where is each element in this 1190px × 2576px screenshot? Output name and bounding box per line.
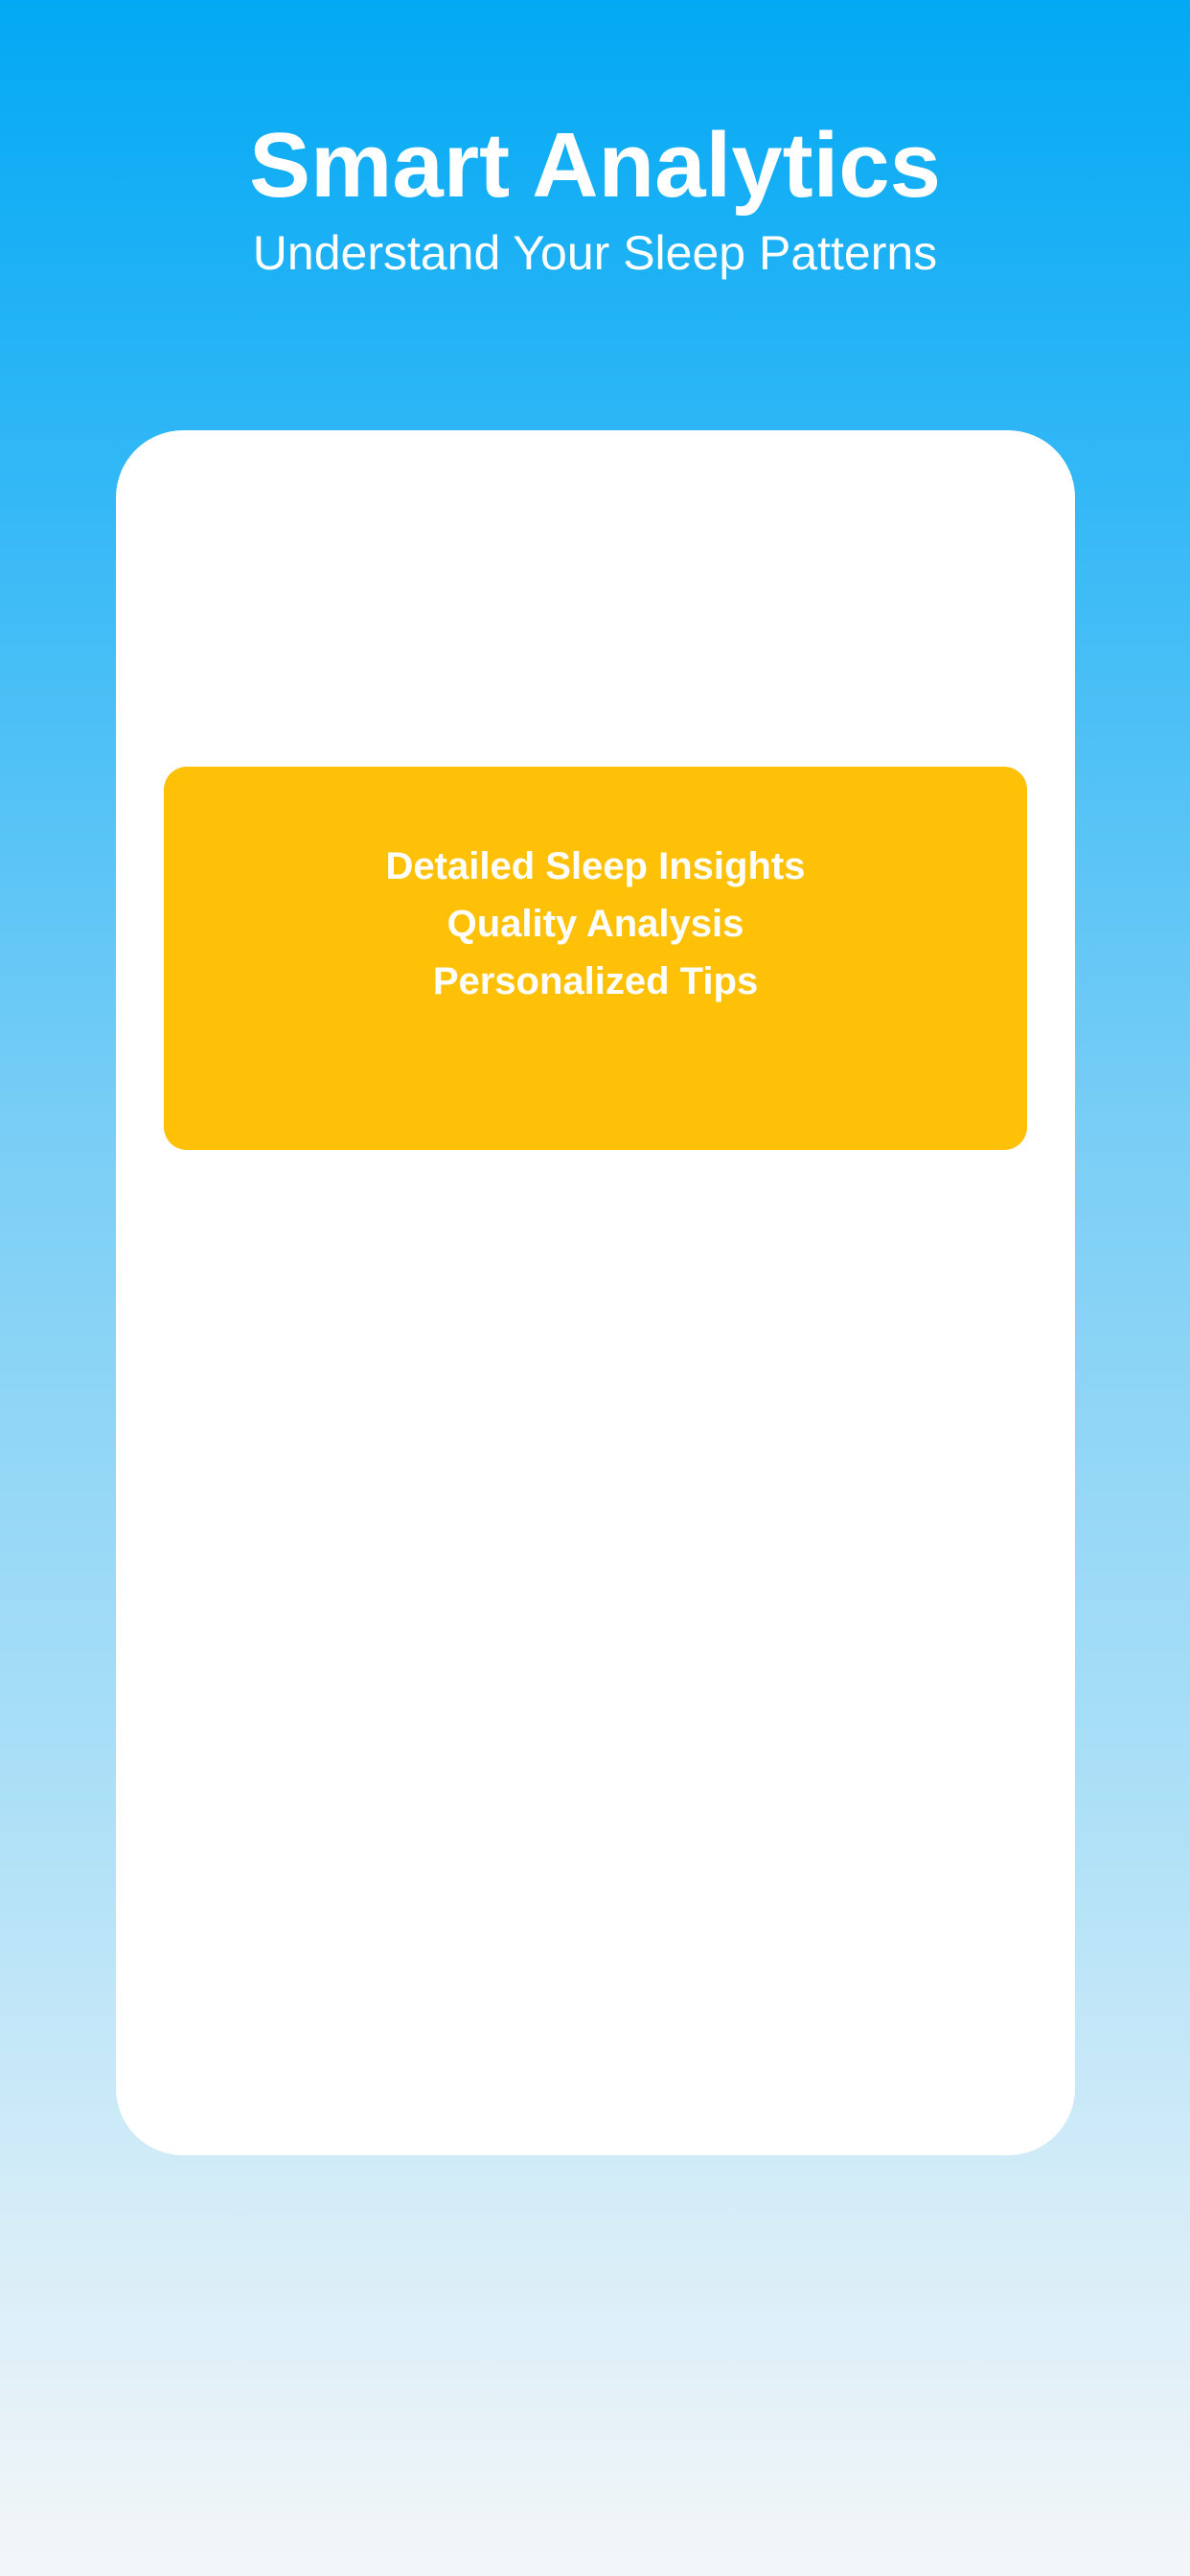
phone-screen-card: Detailed Sleep Insights Quality Analysis… <box>116 430 1075 2155</box>
page-subtitle: Understand Your Sleep Patterns <box>252 226 938 280</box>
header: Smart Analytics Understand Your Sleep Pa… <box>0 113 1190 282</box>
page-title: Smart Analytics <box>248 114 942 217</box>
feature-item-personalized-tips: Personalized Tips <box>432 960 759 1002</box>
feature-highlight-box: Detailed Sleep Insights Quality Analysis… <box>164 767 1027 1150</box>
feature-item-sleep-insights: Detailed Sleep Insights <box>385 845 806 887</box>
feature-item-quality-analysis: Quality Analysis <box>446 903 744 945</box>
feature-list: Detailed Sleep Insights Quality Analysis… <box>164 838 1027 1010</box>
